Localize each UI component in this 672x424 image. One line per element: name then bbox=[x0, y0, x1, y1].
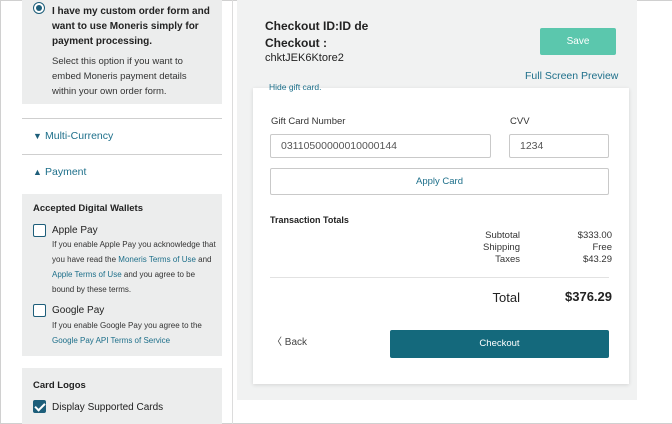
shipping-value: Free bbox=[592, 242, 612, 253]
display-supported-cards-label: Display Supported Cards bbox=[52, 402, 164, 413]
back-label: Back bbox=[284, 337, 308, 348]
cvv-label: CVV bbox=[510, 116, 530, 127]
taxes-value: $43.29 bbox=[582, 254, 612, 265]
custom-form-option-title: I have my custom order form and want to … bbox=[52, 6, 210, 47]
full-screen-preview-link[interactable]: Full Screen Preview bbox=[525, 70, 618, 82]
sidebar-divider bbox=[232, 0, 233, 424]
cvv-input[interactable]: 1234 bbox=[509, 134, 609, 158]
checkout-button[interactable]: Checkout bbox=[390, 330, 609, 358]
gift-card-number-label: Gift Card Number bbox=[271, 116, 346, 127]
google-pay-checkbox[interactable] bbox=[33, 304, 46, 317]
checkout-id-label: Checkout ID:ID de Checkout : bbox=[265, 19, 369, 50]
hide-gift-card-link[interactable]: Hide gift card. bbox=[269, 82, 321, 92]
apple-pay-checkbox[interactable] bbox=[33, 224, 46, 237]
apple-pay-label: Apple Pay bbox=[52, 225, 98, 236]
display-supported-cards-checkbox[interactable] bbox=[33, 400, 46, 413]
shipping-label: Shipping bbox=[483, 242, 520, 253]
taxes-label: Taxes bbox=[495, 254, 520, 265]
accordion-payment[interactable]: ▲ Payment bbox=[33, 166, 86, 178]
card-logos-box bbox=[22, 368, 222, 424]
checkout-id-value: chktJEK6Ktore2 bbox=[265, 52, 344, 64]
accordion-label: Multi-Currency bbox=[45, 130, 114, 142]
accordion-label: Payment bbox=[45, 166, 87, 178]
google-pay-terms-link[interactable]: Google Pay API Terms of Service bbox=[52, 336, 170, 345]
gift-card-number-input[interactable]: 03110500000010000144 bbox=[270, 134, 491, 158]
back-button[interactable]: 〈 Back bbox=[272, 333, 307, 348]
chevron-up-icon: ▲ bbox=[33, 167, 42, 177]
subtotal-value: $333.00 bbox=[577, 230, 612, 241]
apple-terms-link[interactable]: Apple Terms of Use bbox=[52, 270, 122, 279]
divider bbox=[22, 154, 222, 155]
chevron-down-icon: ▼ bbox=[33, 131, 42, 141]
digital-wallets-title: Accepted Digital Wallets bbox=[33, 203, 143, 214]
apple-pay-description: If you enable Apple Pay you acknowledge … bbox=[52, 240, 216, 294]
divider bbox=[22, 118, 222, 119]
google-pay-description: If you enable Google Pay you agree to th… bbox=[52, 321, 202, 345]
apply-card-button[interactable]: Apply Card bbox=[270, 168, 609, 195]
transaction-totals-title: Transaction Totals bbox=[270, 215, 349, 225]
accordion-multi-currency[interactable]: ▼ Multi-Currency bbox=[33, 130, 113, 142]
subtotal-label: Subtotal bbox=[485, 230, 520, 241]
save-button[interactable]: Save bbox=[540, 28, 616, 55]
google-pay-label: Google Pay bbox=[52, 305, 105, 316]
total-value: $376.29 bbox=[565, 289, 612, 304]
totals-divider bbox=[270, 277, 609, 278]
moneris-terms-link[interactable]: Moneris Terms of Use bbox=[118, 255, 196, 264]
card-logos-title: Card Logos bbox=[33, 380, 86, 391]
custom-form-option-description: Select this option if you want to embed … bbox=[52, 56, 187, 97]
total-label: Total bbox=[492, 290, 520, 305]
chevron-left-icon: 〈 bbox=[272, 337, 282, 348]
custom-form-radio[interactable] bbox=[33, 2, 45, 14]
